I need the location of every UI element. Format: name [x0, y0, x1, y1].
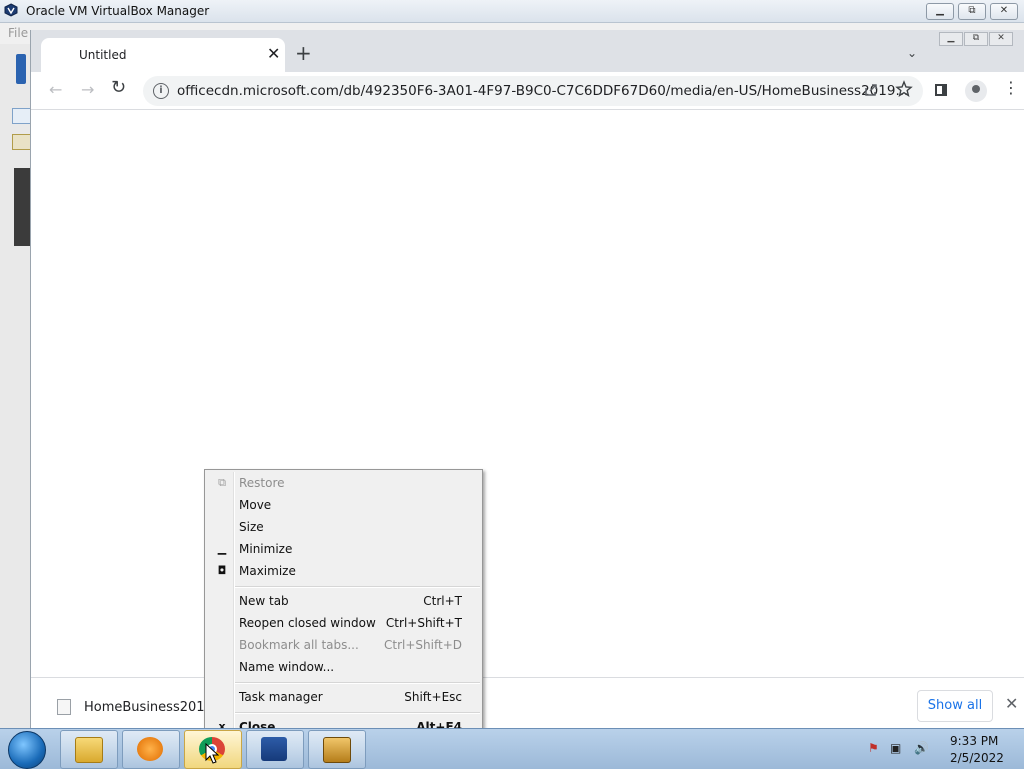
- taskbar-app[interactable]: [308, 730, 366, 769]
- vbox-window-title: Oracle VM VirtualBox Manager: [26, 4, 210, 18]
- menu-item-shortcut: Ctrl+Shift+T: [385, 616, 462, 630]
- menu-item-label: Restore: [239, 476, 285, 490]
- tab-search-icon[interactable]: ⌄: [907, 46, 917, 60]
- chrome-window: Untitled ✕ + ⌄ ▁ ⧉ ✕ ← → ↻ i officecdn.m…: [30, 30, 1024, 729]
- taskbar-explorer[interactable]: [60, 730, 118, 769]
- mouse-cursor-icon: [205, 743, 219, 764]
- menu-item-label: Maximize: [239, 564, 296, 578]
- menu-item-name-window[interactable]: Name window...: [207, 656, 480, 678]
- network-icon[interactable]: ▣: [890, 741, 904, 755]
- archive-icon: [323, 737, 351, 763]
- new-tab-button[interactable]: +: [295, 43, 312, 63]
- taskbar-media-player[interactable]: [122, 730, 180, 769]
- download-bar-close-icon[interactable]: ✕: [1005, 694, 1018, 713]
- more-menu-icon[interactable]: ⋮: [1003, 80, 1019, 96]
- menu-item-label: Size: [239, 520, 264, 534]
- folder-icon: [75, 737, 103, 763]
- info-icon[interactable]: i: [153, 83, 169, 99]
- vbox-machine-item[interactable]: [12, 108, 32, 124]
- menu-item-label: Reopen closed window: [239, 616, 376, 630]
- download-bar: HomeBusiness201....i Show all ✕: [31, 677, 1024, 729]
- browser-toolbar: ← → ↻ i officecdn.microsoft.com/db/49235…: [31, 72, 1024, 110]
- menu-item-label: Minimize: [239, 542, 293, 556]
- menu-item-move[interactable]: Move: [207, 494, 480, 516]
- vbox-machine-item[interactable]: [12, 134, 32, 150]
- chrome-restore-button[interactable]: ⧉: [964, 32, 988, 46]
- menu-separator: [235, 712, 480, 714]
- menu-item-label: New tab: [239, 594, 289, 608]
- menu-item-label: Move: [239, 498, 272, 512]
- system-tray: ⚑ ▣ 🔊 9:33 PM 2/5/2022: [862, 729, 1024, 769]
- menu-item-label: Task manager: [239, 690, 323, 704]
- vbox-tools-icon[interactable]: [16, 54, 26, 84]
- virtualbox-icon: [261, 737, 287, 761]
- file-icon: [57, 699, 71, 715]
- menu-item-restore[interactable]: ⧉ Restore: [207, 472, 480, 494]
- tab-close-icon[interactable]: ✕: [267, 46, 280, 62]
- clock-time[interactable]: 9:33 PM: [950, 734, 998, 748]
- vbox-minimize-button[interactable]: ▁: [926, 3, 954, 20]
- tab-untitled[interactable]: Untitled ✕: [41, 38, 285, 72]
- bookmark-star-icon[interactable]: [895, 80, 913, 98]
- forward-arrow-icon[interactable]: →: [81, 82, 94, 98]
- window-context-menu: ⧉ Restore Move Size ▁ Minimize ◘ Maximiz…: [204, 469, 483, 742]
- side-panel-icon[interactable]: [935, 84, 947, 96]
- menu-item-shortcut: Shift+Esc: [404, 690, 462, 704]
- vbox-titlebar: Oracle VM VirtualBox Manager ▁ ⧉ ✕: [0, 0, 1024, 23]
- reload-icon[interactable]: ↻: [111, 79, 126, 97]
- menu-item-maximize[interactable]: ◘ Maximize: [207, 560, 480, 582]
- vbox-restore-button[interactable]: ⧉: [958, 3, 986, 20]
- volume-icon[interactable]: 🔊: [914, 741, 929, 755]
- media-player-icon: [137, 737, 163, 761]
- taskbar-virtualbox[interactable]: [246, 730, 304, 769]
- minimize-icon: ▁: [217, 542, 227, 555]
- taskbar: ⚑ ▣ 🔊 9:33 PM 2/5/2022: [0, 728, 1024, 769]
- virtualbox-icon: [4, 3, 18, 17]
- address-bar[interactable]: i officecdn.microsoft.com/db/492350F6-3A…: [143, 76, 923, 106]
- menu-item-shortcut: Ctrl+Shift+D: [384, 638, 462, 652]
- share-icon[interactable]: [863, 82, 879, 98]
- tab-strip: Untitled ✕ + ⌄ ▁ ⧉ ✕: [31, 30, 1024, 72]
- menu-item-bookmark-all-tabs[interactable]: Bookmark all tabs... Ctrl+Shift+D: [207, 634, 480, 656]
- restore-icon: ⧉: [218, 476, 226, 489]
- start-button[interactable]: [8, 731, 46, 769]
- tab-title: Untitled: [79, 48, 127, 62]
- menu-item-minimize[interactable]: ▁ Minimize: [207, 538, 480, 560]
- vbox-preview: [14, 168, 30, 246]
- menu-item-reopen-closed-window[interactable]: Reopen closed window Ctrl+Shift+T: [207, 612, 480, 634]
- taskbar-chrome[interactable]: [184, 730, 242, 769]
- maximize-icon: ◘: [217, 564, 227, 577]
- chrome-minimize-button[interactable]: ▁: [939, 32, 963, 46]
- menu-item-label: Name window...: [239, 660, 335, 674]
- vbox-menu-file[interactable]: File: [8, 26, 28, 40]
- clock-date[interactable]: 2/5/2022: [950, 751, 1004, 765]
- menu-item-new-tab[interactable]: New tab Ctrl+T: [207, 590, 480, 612]
- vbox-machine-list: [0, 44, 32, 728]
- profile-avatar-icon[interactable]: [965, 80, 987, 102]
- menu-item-task-manager[interactable]: Task manager Shift+Esc: [207, 686, 480, 708]
- action-center-flag-icon[interactable]: ⚑: [868, 741, 882, 755]
- back-arrow-icon[interactable]: ←: [49, 82, 62, 98]
- show-all-button[interactable]: Show all: [917, 690, 993, 722]
- chrome-close-button[interactable]: ✕: [989, 32, 1013, 46]
- vbox-close-button[interactable]: ✕: [990, 3, 1018, 20]
- menu-item-shortcut: Ctrl+T: [423, 594, 462, 608]
- menu-item-label: Bookmark all tabs...: [239, 638, 359, 652]
- menu-separator: [235, 682, 480, 684]
- menu-item-size[interactable]: Size: [207, 516, 480, 538]
- url-text[interactable]: officecdn.microsoft.com/db/492350F6-3A01…: [177, 83, 908, 99]
- menu-separator: [235, 586, 480, 588]
